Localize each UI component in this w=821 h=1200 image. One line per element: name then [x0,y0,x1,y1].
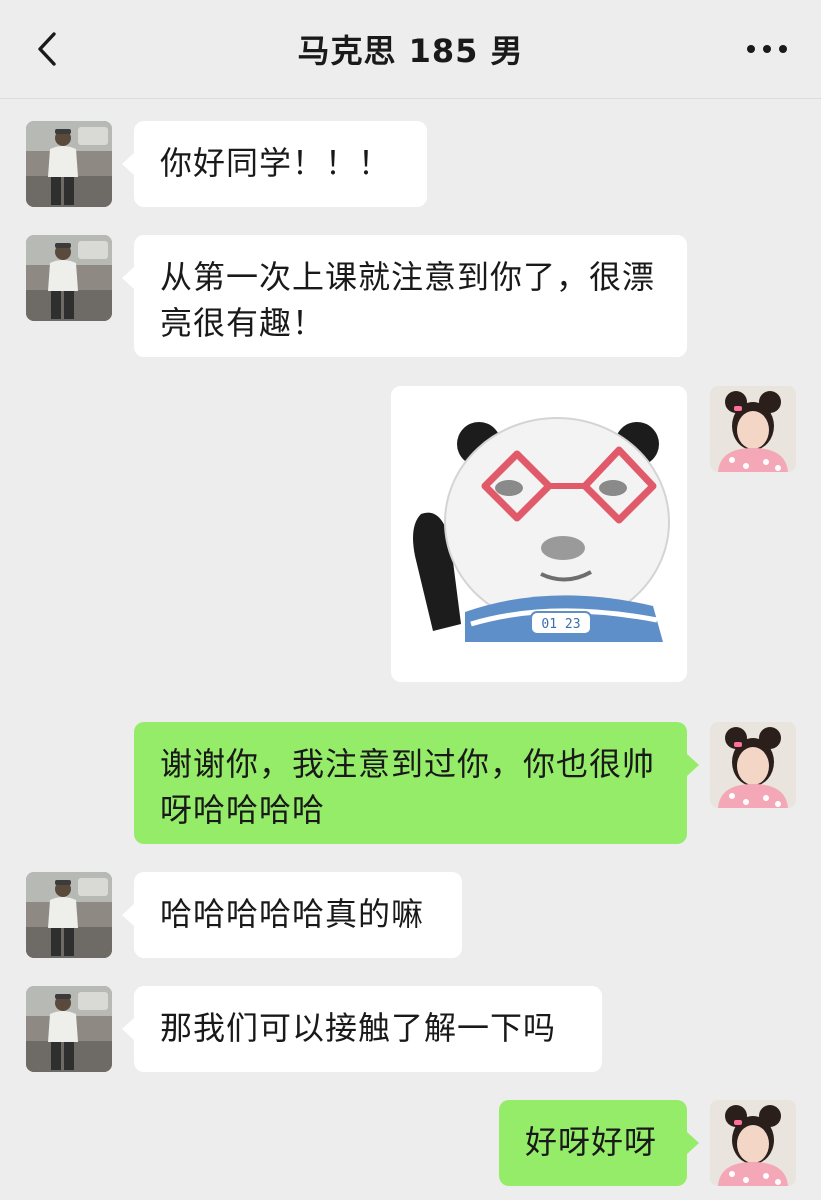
bubble-tail [122,1018,134,1040]
more-horizontal-icon [747,45,787,53]
message-bubble[interactable]: 从第一次上课就注意到你了，很漂亮很有趣！ [134,235,687,357]
message-bubble[interactable]: 谢谢你，我注意到过你，你也很帅呀哈哈哈哈 [134,722,687,844]
self-avatar[interactable] [710,1100,796,1186]
self-avatar[interactable] [710,722,796,808]
sticker-label: 01 23 [541,617,580,632]
self-avatar-photo [710,386,796,472]
contact-avatar[interactable] [26,121,112,207]
contact-avatar[interactable] [26,235,112,321]
more-button[interactable] [742,34,792,64]
bubble-tail [687,754,699,776]
contact-avatar-photo [26,121,112,207]
message-bubble[interactable]: 好呀好呀 [499,1100,687,1186]
bubble-tail [687,1132,699,1154]
contact-avatar-photo [26,986,112,1072]
contact-avatar[interactable] [26,872,112,958]
self-avatar[interactable] [710,386,796,472]
panda-sticker-image: 01 23 [391,386,687,682]
chat-header: 马克思 185 男 [0,0,821,99]
bubble-tail [122,904,134,926]
self-avatar-photo [710,722,796,808]
bubble-tail [122,267,134,289]
contact-avatar-photo [26,235,112,321]
chat-title: 马克思 185 男 [297,32,524,70]
contact-avatar[interactable] [26,986,112,1072]
message-bubble[interactable]: 那我们可以接触了解一下吗 [134,986,602,1072]
message-bubble[interactable]: 你好同学！！！ [134,121,427,207]
bubble-tail [122,153,134,175]
contact-avatar-photo [26,872,112,958]
panda-sticker[interactable]: 01 23 [391,386,687,682]
self-avatar-photo [710,1100,796,1186]
message-bubble[interactable]: 哈哈哈哈哈真的嘛 [134,872,462,958]
